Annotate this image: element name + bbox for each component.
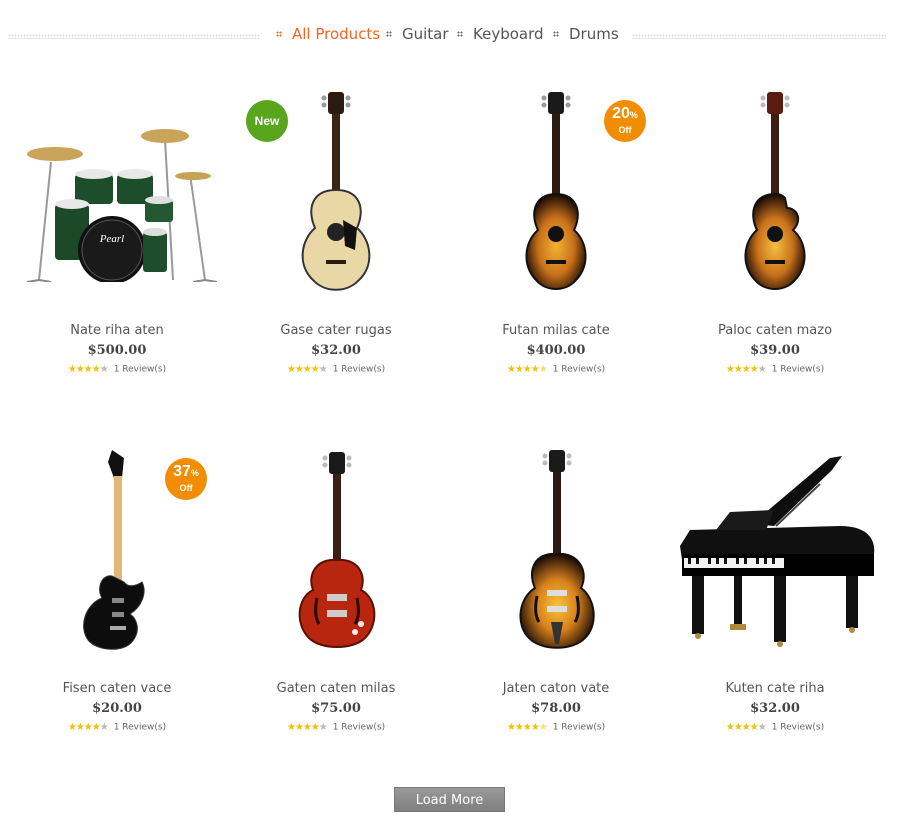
product-rating: ★★★★★ 1 Review(s) xyxy=(226,364,446,375)
product-name[interactable]: Paloc caten mazo xyxy=(665,323,885,338)
acoustic-guitar-icon xyxy=(744,91,806,290)
product-image-grand-piano[interactable] xyxy=(665,445,885,655)
review-count[interactable]: 1 Review(s) xyxy=(772,365,824,375)
product-card[interactable]: New Gase cater rugas $32.00 ★★★★★ 1 Revie… xyxy=(226,87,446,387)
product-image-drum-kit[interactable]: Pearl xyxy=(7,87,227,297)
review-count[interactable]: 1 Review(s) xyxy=(333,723,385,733)
product-rating: ★★★★★ 1 Review(s) xyxy=(226,722,446,733)
product-rating: ★★★★★ 1 Review(s) xyxy=(446,722,666,733)
electric-guitar-icon xyxy=(83,449,145,650)
dots-icon xyxy=(276,30,282,37)
product-price: $32.00 xyxy=(750,701,800,716)
drum-kit-icon: Pearl xyxy=(26,129,217,282)
star-rating-icon: ★★★★★ xyxy=(67,364,109,375)
star-rating-icon: ★★★★★ xyxy=(725,722,767,733)
filter-tab-label: Drums xyxy=(569,25,619,43)
product-price: $32.00 xyxy=(311,343,361,358)
filter-tab-label: Guitar xyxy=(402,25,449,43)
product-rating: ★★★★★ 1 Review(s) xyxy=(446,364,666,375)
product-name[interactable]: Nate riha aten xyxy=(7,323,227,338)
discount-badge: 20% Off xyxy=(604,100,646,142)
product-image-semi-hollow-guitar[interactable] xyxy=(226,445,446,655)
filter-tab-label: Keyboard xyxy=(473,25,544,43)
star-rating-icon: ★★★★★ xyxy=(67,722,109,733)
filter-tab-guitar[interactable]: Guitar xyxy=(386,24,449,44)
dots-icon xyxy=(457,30,463,37)
category-filter-bar: All Products Guitar Keyboard Drums xyxy=(0,22,902,46)
product-name[interactable]: Fisen caten vace xyxy=(7,681,227,696)
product-card[interactable]: Gaten caten milas $75.00 ★★★★★ 1 Review(s… xyxy=(226,445,446,745)
filter-divider-right xyxy=(632,34,886,39)
product-price: $20.00 xyxy=(92,701,142,716)
review-count[interactable]: 1 Review(s) xyxy=(114,365,166,375)
filter-tab-all-products[interactable]: All Products xyxy=(276,24,380,44)
new-badge: New xyxy=(246,100,288,142)
product-card[interactable]: Paloc caten mazo $39.00 ★★★★★ 1 Review(s) xyxy=(665,87,885,387)
filter-tab-drums[interactable]: Drums xyxy=(553,24,619,44)
filter-divider-left xyxy=(8,34,260,39)
review-count[interactable]: 1 Review(s) xyxy=(772,723,824,733)
electric-guitar-icon xyxy=(298,451,376,648)
star-rating-icon: ★★★★★ xyxy=(725,364,767,375)
product-image-acoustic-cutaway-guitar[interactable] xyxy=(665,87,885,297)
review-count[interactable]: 1 Review(s) xyxy=(114,723,166,733)
product-name[interactable]: Kuten cate riha xyxy=(665,681,885,696)
grand-piano-icon xyxy=(680,456,875,647)
filter-tab-label: All Products xyxy=(292,25,381,43)
svg-text:Pearl: Pearl xyxy=(98,233,123,245)
product-name[interactable]: Futan milas cate xyxy=(446,323,666,338)
acoustic-guitar-icon xyxy=(301,91,371,291)
electric-guitar-icon xyxy=(519,449,595,649)
acoustic-guitar-icon xyxy=(525,91,587,290)
product-name[interactable]: Gaten caten milas xyxy=(226,681,446,696)
product-image-archtop-guitar[interactable] xyxy=(446,445,666,655)
dots-icon xyxy=(386,30,392,37)
review-count[interactable]: 1 Review(s) xyxy=(333,365,385,375)
product-rating: ★★★★★ 1 Review(s) xyxy=(7,722,227,733)
product-rating: ★★★★★ 1 Review(s) xyxy=(665,364,885,375)
product-card[interactable]: Pearl Nate riha aten $500.00 ★★★★★ 1 Revi… xyxy=(7,87,227,387)
product-card[interactable]: 37% Off Fisen caten vace $20.00 ★★★★★ 1 R… xyxy=(7,445,227,745)
product-card[interactable]: 20% Off Futan milas cate $400.00 ★★★★★ 1 … xyxy=(446,87,666,387)
star-rating-icon: ★★★★★ xyxy=(286,364,328,375)
star-rating-icon: ★★★★★ xyxy=(506,364,548,375)
product-price: $78.00 xyxy=(531,701,581,716)
product-rating: ★★★★★ 1 Review(s) xyxy=(665,722,885,733)
filter-tab-keyboard[interactable]: Keyboard xyxy=(457,24,544,44)
product-price: $75.00 xyxy=(311,701,361,716)
product-price: $400.00 xyxy=(526,343,586,358)
review-count[interactable]: 1 Review(s) xyxy=(553,365,605,375)
product-name[interactable]: Gase cater rugas xyxy=(226,323,446,338)
product-rating: ★★★★★ 1 Review(s) xyxy=(7,364,227,375)
discount-badge: 37% Off xyxy=(165,458,207,500)
product-price: $500.00 xyxy=(87,343,147,358)
product-price: $39.00 xyxy=(750,343,800,358)
load-more-button[interactable]: Load More xyxy=(394,787,505,812)
star-rating-icon: ★★★★★ xyxy=(506,722,548,733)
product-card[interactable]: Jaten caton vate $78.00 ★★★★★ 1 Review(s) xyxy=(446,445,666,745)
product-card[interactable]: Kuten cate riha $32.00 ★★★★★ 1 Review(s) xyxy=(665,445,885,745)
review-count[interactable]: 1 Review(s) xyxy=(553,723,605,733)
dots-icon xyxy=(553,30,559,37)
product-name[interactable]: Jaten caton vate xyxy=(446,681,666,696)
star-rating-icon: ★★★★★ xyxy=(286,722,328,733)
